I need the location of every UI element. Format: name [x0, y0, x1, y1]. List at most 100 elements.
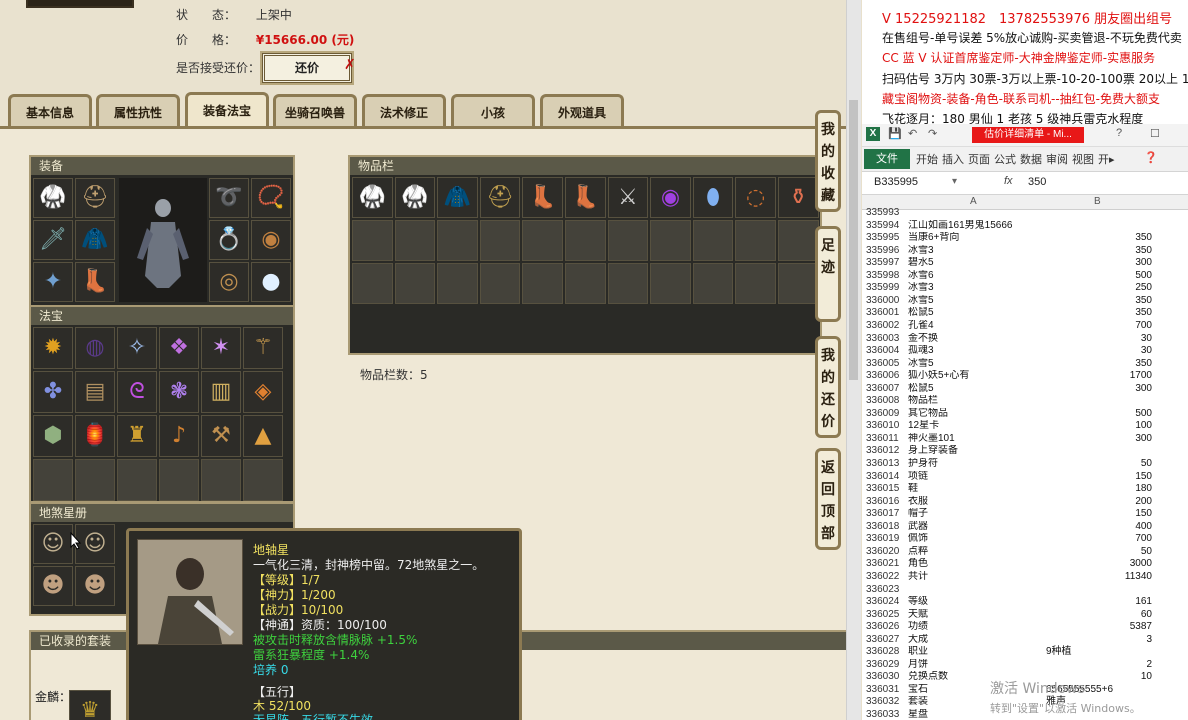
row-number[interactable]: 335993: [866, 207, 904, 220]
cell-a[interactable]: 碧水5: [908, 257, 1046, 270]
inventory-slot-empty[interactable]: [437, 220, 478, 261]
cell-b[interactable]: 30: [1046, 345, 1152, 358]
cell-b[interactable]: 2: [1046, 659, 1152, 672]
sheet-row[interactable]: 336016 衣服 200: [862, 496, 1188, 509]
ribbon-tab-insert[interactable]: 插入: [942, 151, 964, 167]
cell-a[interactable]: 等级: [908, 596, 1046, 609]
treasure-slot[interactable]: ⚒: [201, 415, 241, 457]
cell-a[interactable]: 冰雪6: [908, 270, 1046, 283]
cell-a[interactable]: 点粹: [908, 546, 1046, 559]
inventory-slot[interactable]: ⚱: [777, 177, 819, 218]
sheet-row[interactable]: 336028 职业 9种植: [862, 646, 1188, 659]
help-circle-icon[interactable]: ❓: [1144, 151, 1158, 164]
row-number[interactable]: 336004: [866, 345, 904, 358]
inventory-slot-empty[interactable]: [650, 263, 691, 304]
sheet-row[interactable]: 336027 大成 3: [862, 634, 1188, 647]
inventory-slot[interactable]: ◉: [650, 177, 691, 218]
cell-a[interactable]: 冰雪5: [908, 295, 1046, 308]
sheet-row[interactable]: 336022 共计 11340: [862, 571, 1188, 584]
collected-set-item[interactable]: ♛: [69, 690, 111, 720]
sheet-row[interactable]: 336009 其它物品 500: [862, 408, 1188, 421]
sheet-row[interactable]: 335999 冰雪3 250: [862, 282, 1188, 295]
cell-a[interactable]: 金不换: [908, 333, 1046, 346]
row-number[interactable]: 336024: [866, 596, 904, 609]
undo-icon[interactable]: ↶: [908, 127, 917, 140]
cell-a[interactable]: 12星卡: [908, 420, 1046, 433]
tab-mounts-pets[interactable]: 坐骑召唤兽: [273, 94, 357, 126]
sheet-row[interactable]: 336015 鞋 180: [862, 483, 1188, 496]
treasure-slot[interactable]: ◍: [75, 327, 115, 369]
cell-a[interactable]: 江山如画161男鬼15666: [908, 220, 1046, 233]
inventory-slot-empty[interactable]: [564, 220, 606, 261]
offer-button[interactable]: 还价: [262, 53, 352, 83]
name-box[interactable]: B335995: [874, 176, 918, 188]
back-to-top-button[interactable]: 返回顶部: [815, 448, 841, 550]
row-number[interactable]: 335995: [866, 232, 904, 245]
treasure-slot[interactable]: ⬢: [33, 415, 73, 457]
inventory-slot[interactable]: 👢: [564, 177, 606, 218]
sheet-row[interactable]: 336007 松鼠5 300: [862, 383, 1188, 396]
sheet-row[interactable]: 335996 冰雪3 350: [862, 245, 1188, 258]
treasure-slot[interactable]: ᘓ: [117, 371, 157, 413]
equip-slot-wand[interactable]: ✦: [33, 262, 73, 302]
inventory-slot-empty[interactable]: [735, 220, 776, 261]
sheet-row[interactable]: 335998 冰雪6 500: [862, 270, 1188, 283]
cell-b[interactable]: 350: [1046, 307, 1152, 320]
cell-b[interactable]: 350: [1046, 232, 1152, 245]
cell-b[interactable]: 350: [1046, 358, 1152, 371]
maximize-icon[interactable]: ☐: [1150, 127, 1160, 140]
inventory-slot-empty[interactable]: [692, 263, 734, 304]
footprint-button[interactable]: 足迹: [815, 226, 841, 322]
cell-b[interactable]: 300: [1046, 257, 1152, 270]
page-scrollbar[interactable]: [846, 0, 861, 720]
inventory-slot[interactable]: ⛑: [479, 177, 521, 218]
sheet-grid[interactable]: 335993 335994 江山如画161男鬼15666 335995 当康6+背向 35…: [862, 207, 1188, 720]
ribbon-tab-data[interactable]: 数据: [1020, 151, 1042, 167]
row-number[interactable]: 336009: [866, 408, 904, 421]
cell-b[interactable]: 500: [1046, 408, 1152, 421]
row-number[interactable]: 336022: [866, 571, 904, 584]
row-number[interactable]: 336008: [866, 395, 904, 408]
sheet-row[interactable]: 336008 物品栏: [862, 395, 1188, 408]
cell-b[interactable]: 161: [1046, 596, 1152, 609]
cell-a[interactable]: 当康6+背向: [908, 232, 1046, 245]
sheet-row[interactable]: 336005 冰雪5 350: [862, 358, 1188, 371]
treasure-slot-empty[interactable]: [75, 459, 115, 501]
sheet-row[interactable]: 336000 冰雪5 350: [862, 295, 1188, 308]
row-number[interactable]: 335994: [866, 220, 904, 233]
treasure-slot[interactable]: ♪: [159, 415, 199, 457]
row-number[interactable]: 336031: [866, 684, 904, 697]
row-number[interactable]: 336002: [866, 320, 904, 333]
equip-slot-necklace[interactable]: 📿: [251, 178, 291, 218]
inventory-slot[interactable]: ◌: [735, 177, 776, 218]
sheet-row[interactable]: 335993: [862, 207, 1188, 220]
cell-b[interactable]: 30: [1046, 333, 1152, 346]
cell-a[interactable]: 大成: [908, 634, 1046, 647]
treasure-slot[interactable]: ✧: [117, 327, 157, 369]
cell-a[interactable]: 松鼠5: [908, 383, 1046, 396]
sheet-row[interactable]: 336020 点粹 50: [862, 546, 1188, 559]
cell-b[interactable]: 350: [1046, 295, 1152, 308]
treasure-slot-empty[interactable]: [201, 459, 241, 501]
row-number[interactable]: 336028: [866, 646, 904, 659]
treasure-slot[interactable]: ◈: [243, 371, 283, 413]
treasure-slot[interactable]: ♜: [117, 415, 157, 457]
cell-b[interactable]: 11340: [1046, 571, 1152, 584]
row-number[interactable]: 336019: [866, 533, 904, 546]
inventory-slot-empty[interactable]: [735, 263, 776, 304]
tab-appearance[interactable]: 外观道具: [540, 94, 624, 126]
cell-b[interactable]: 3: [1046, 634, 1152, 647]
equip-slot-helmet[interactable]: ⛑: [75, 178, 115, 218]
cell-b[interactable]: 700: [1046, 320, 1152, 333]
row-number[interactable]: 336015: [866, 483, 904, 496]
row-number[interactable]: 336012: [866, 445, 904, 458]
sheet-row[interactable]: 336001 松鼠5 350: [862, 307, 1188, 320]
my-offers-button[interactable]: 我的还价: [815, 336, 841, 438]
sheet-row[interactable]: 336029 月饼 2: [862, 659, 1188, 672]
cell-b[interactable]: 150: [1046, 508, 1152, 521]
treasure-slot[interactable]: 🏮: [75, 415, 115, 457]
equip-slot-armor[interactable]: 🥋: [33, 178, 73, 218]
inventory-slot[interactable]: 🥋: [352, 177, 393, 218]
row-number[interactable]: 336033: [866, 709, 904, 720]
sheet-row[interactable]: 336006 狐小妖5+心有 1700: [862, 370, 1188, 383]
